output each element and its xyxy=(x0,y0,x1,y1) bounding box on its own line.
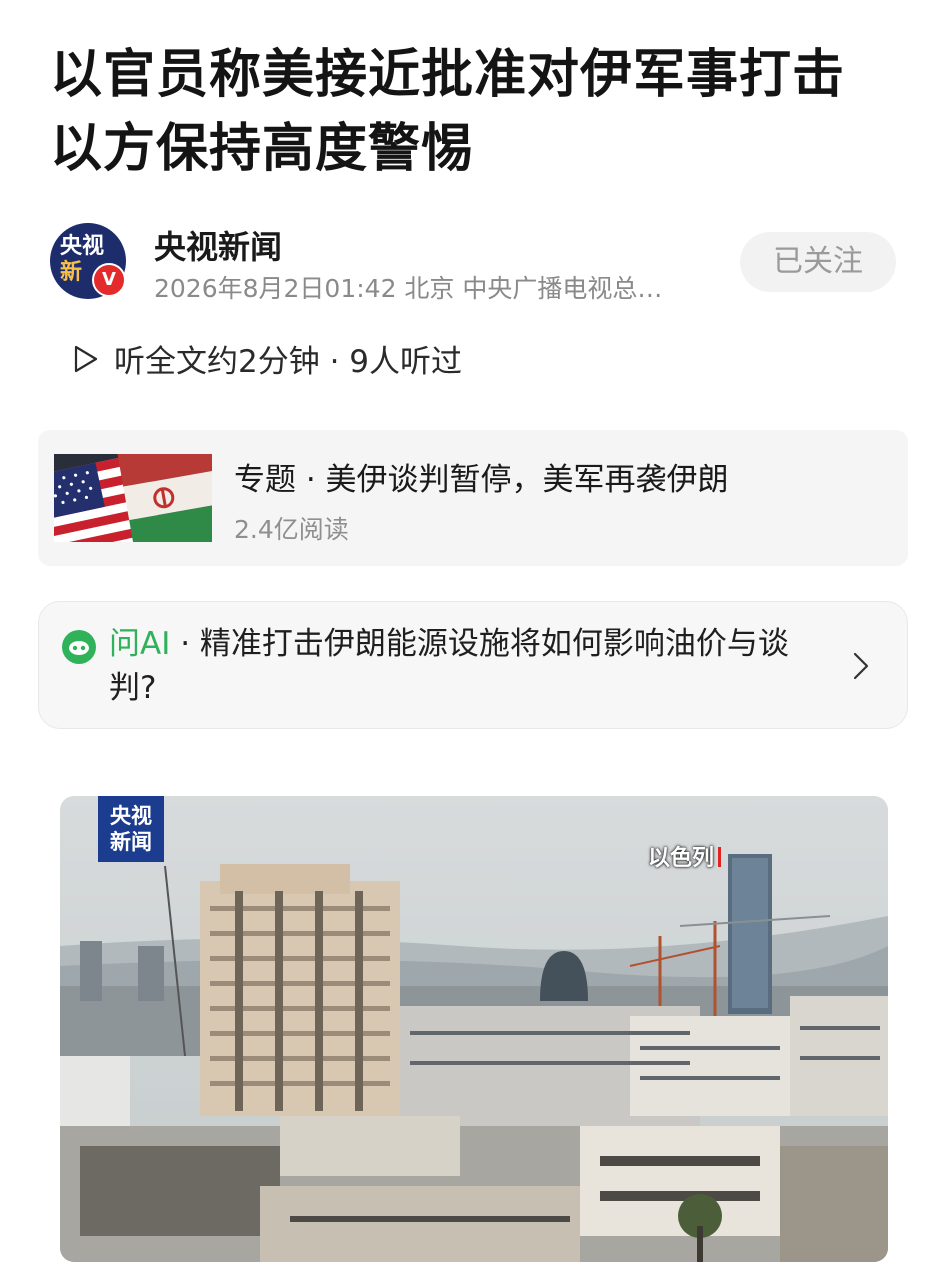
ask-ai-card[interactable]: 问AI · 精准打击伊朗能源设施将如何影响油价与谈判? xyxy=(38,601,908,729)
follow-button[interactable]: 已关注 xyxy=(740,232,896,292)
caption-text: 以色列 xyxy=(648,846,715,871)
ai-question: 问AI · 精准打击伊朗能源设施将如何影响油价与谈判? xyxy=(109,622,819,710)
play-icon xyxy=(74,345,98,372)
article-photo[interactable]: 央视 新闻 以色列 xyxy=(60,796,888,1262)
listen-article-button[interactable]: 听全文约2分钟 · 9人听过 xyxy=(72,336,462,381)
topic-card[interactable]: 专题 · 美伊谈判暂停，美军再袭伊朗 2.4亿阅读 xyxy=(38,430,908,566)
chevron-right-icon[interactable] xyxy=(851,650,871,682)
author-avatar[interactable]: 央视 新 V xyxy=(50,223,126,299)
verified-badge-icon: V xyxy=(92,263,126,297)
author-name[interactable]: 央视新闻 xyxy=(154,222,282,268)
logo-line-1: 央视 xyxy=(110,804,152,828)
topic-read-count: 2.4亿阅读 xyxy=(234,515,349,544)
avatar-text-1: 央视 xyxy=(60,234,105,259)
listen-text: 听全文约2分钟 · 9人听过 xyxy=(114,344,463,380)
article-title: 以官员称美接近批准对伊军事打击以方保持高度警惕 xyxy=(50,45,846,179)
topic-title: 专题 · 美伊谈判暂停，美军再袭伊朗 xyxy=(234,462,729,498)
publish-meta: 2026年8月2日01:42 北京 中央广播电视总… xyxy=(154,274,663,303)
avatar-text-2: 新 xyxy=(60,260,83,285)
ai-chat-icon xyxy=(62,630,96,664)
cctv-news-logo: 央视 新闻 xyxy=(98,796,164,862)
photo-caption: 以色列 xyxy=(648,840,722,872)
caption-marker xyxy=(718,847,722,867)
us-iran-flags-thumbnail xyxy=(54,454,212,542)
logo-line-2: 新闻 xyxy=(110,830,152,854)
ai-brand-label: 问AI xyxy=(109,626,171,662)
ai-question-text: · 精准打击伊朗能源设施将如何影响油价与谈判? xyxy=(109,626,789,706)
